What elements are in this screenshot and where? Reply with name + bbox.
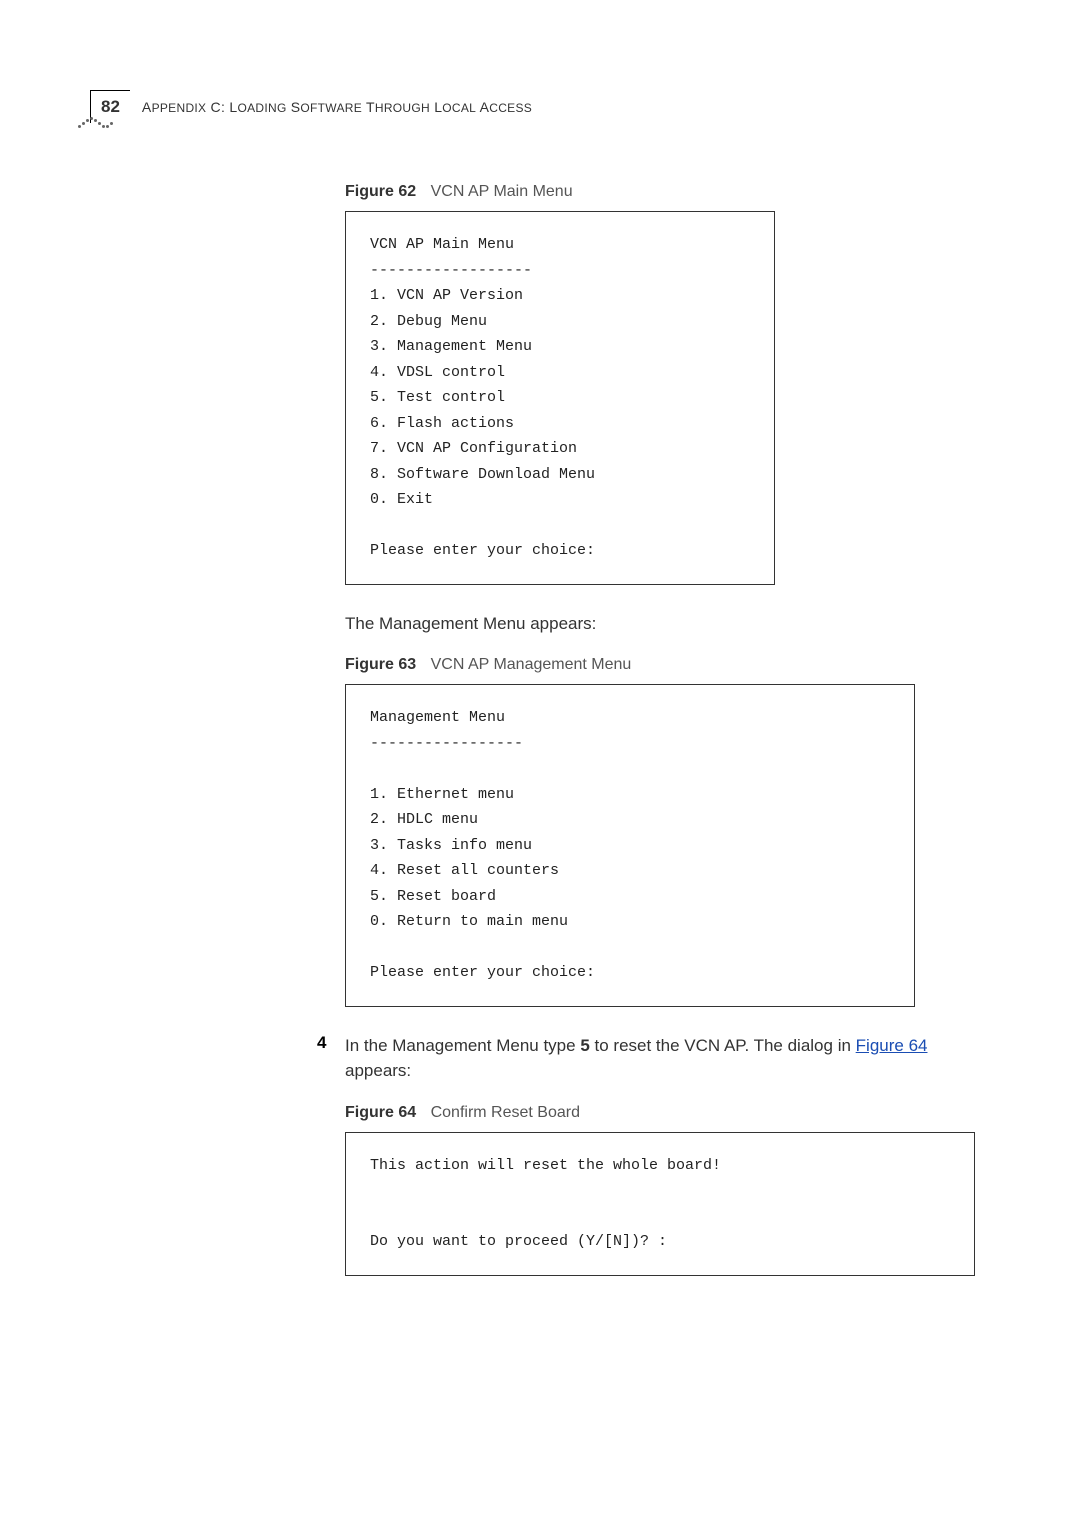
paragraph-management-appears: The Management Menu appears: (345, 611, 990, 637)
rh-seg: OADING (237, 101, 286, 115)
step-4: 4 In the Management Menu type 5 to reset… (345, 1033, 990, 1084)
figure-64-title: Confirm Reset Board (431, 1104, 580, 1121)
rh-seg: A (476, 99, 489, 115)
step-text-seg: In the Management Menu type (345, 1036, 580, 1055)
rh-seg: A (142, 99, 152, 115)
figure-64-link[interactable]: Figure 64 (856, 1036, 928, 1055)
rh-seg: OFTWARE (300, 101, 362, 115)
page-header: 82 APPENDIX C: LOADING SOFTWARE THROUGH … (90, 90, 990, 123)
step-4-number: 4 (317, 1033, 333, 1084)
rh-seg: HROUGH (375, 101, 430, 115)
figure-63-caption: Figure 63 VCN AP Management Menu (345, 656, 990, 674)
figure-63-title: VCN AP Management Menu (431, 656, 632, 673)
figure-62-caption: Figure 62 VCN AP Main Menu (345, 183, 990, 201)
figure-64-label: Figure 64 (345, 1104, 416, 1121)
rh-seg: OCAL (442, 101, 476, 115)
figure-62-title: VCN AP Main Menu (431, 183, 573, 200)
rh-seg: C: L (206, 99, 237, 115)
figure-62-label: Figure 62 (345, 183, 416, 200)
rh-seg: S (287, 99, 301, 115)
step-4-text: In the Management Menu type 5 to reset t… (345, 1033, 990, 1084)
rh-seg: L (430, 99, 442, 115)
running-head: APPENDIX C: LOADING SOFTWARE THROUGH LOC… (142, 99, 532, 115)
figure-62-code: VCN AP Main Menu ------------------ 1. V… (345, 211, 775, 585)
figure-63-code: Management Menu ----------------- 1. Eth… (345, 684, 915, 1007)
figure-63-label: Figure 63 (345, 656, 416, 673)
rh-seg: T (362, 99, 375, 115)
step-text-seg: to reset the VCN AP. The dialog in (590, 1036, 856, 1055)
figure-64-caption: Figure 64 Confirm Reset Board (345, 1104, 990, 1122)
step-text-seg: appears: (345, 1061, 411, 1080)
step-key: 5 (580, 1036, 589, 1055)
rh-seg: CCESS (489, 101, 532, 115)
rh-seg: PPENDIX (152, 101, 207, 115)
decorative-dots-icon (78, 114, 113, 128)
figure-64-code: This action will reset the whole board! … (345, 1132, 975, 1276)
